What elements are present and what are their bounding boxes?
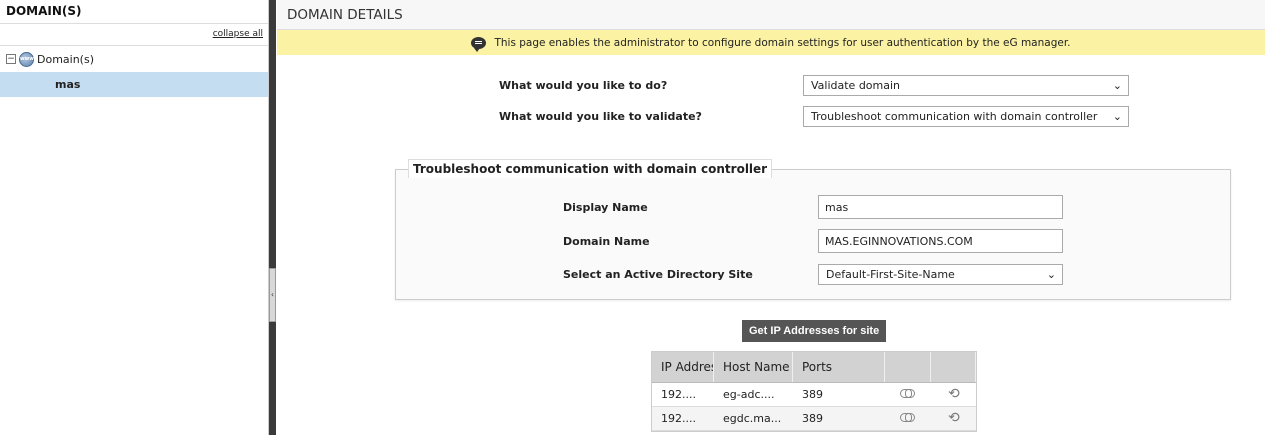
troubleshoot-fieldset (395, 169, 1231, 300)
collapse-all-row: collapse all (0, 24, 268, 46)
display-name-label: Display Name (563, 201, 648, 214)
chevron-down-icon: ⌄ (1112, 110, 1122, 123)
tree-root-domains[interactable]: − www Domain(s) (0, 46, 268, 72)
main-content: DOMAIN DETAILS This page enables the adm… (277, 0, 1265, 435)
cell-port: 389 (802, 388, 823, 401)
cell-link (885, 383, 931, 406)
info-banner: This page enables the administrator to c… (277, 30, 1265, 55)
cell-ip: 192.... (661, 388, 696, 401)
column-header-link (885, 352, 931, 382)
action-select[interactable]: Validate domain ⌄ (803, 75, 1129, 96)
validate-select-value: Troubleshoot communication with domain c… (811, 110, 1098, 123)
ad-site-label: Select an Active Directory Site (563, 268, 753, 281)
collapse-all-link[interactable]: collapse all (213, 29, 263, 39)
tree-item-label[interactable]: mas (55, 78, 80, 91)
action-select-value: Validate domain (811, 79, 901, 92)
table-header: IP Address Host Name Ports (652, 352, 976, 383)
refresh-icon[interactable]: ⟲ (948, 387, 960, 401)
link-icon[interactable] (900, 389, 915, 398)
cell-link (885, 407, 931, 430)
action-label: What would you like to do? (499, 79, 668, 92)
cell-port: 389 (802, 412, 823, 425)
table-row: 192.... eg-adc.... 389 ⟲ (652, 383, 976, 407)
tree-root-label[interactable]: Domain(s) (37, 53, 94, 66)
domain-name-field[interactable]: MAS.EGINNOVATIONS.COM (818, 229, 1063, 253)
cell-refresh: ⟲ (931, 383, 976, 406)
tree-collapse-icon[interactable]: − (6, 54, 16, 64)
cell-host: eg-adc.... (723, 388, 775, 401)
column-header-host[interactable]: Host Name (714, 352, 793, 382)
collapse-panel-handle[interactable]: ‹ (269, 268, 276, 322)
column-header-refresh (931, 352, 976, 382)
chevron-down-icon: ⌄ (1046, 268, 1056, 281)
panel-splitter[interactable] (269, 0, 276, 435)
globe-icon: www (19, 51, 34, 67)
ad-site-select-value: Default-First-Site-Name (826, 268, 955, 281)
ad-site-select[interactable]: Default-First-Site-Name ⌄ (818, 264, 1063, 285)
cell-ip: 192.... (661, 412, 696, 425)
column-header-ip[interactable]: IP Address (652, 352, 714, 382)
validate-label: What would you like to validate? (499, 110, 702, 123)
tree-item-mas[interactable]: mas (0, 72, 268, 97)
get-ip-addresses-button[interactable]: Get IP Addresses for site (742, 320, 887, 342)
fieldset-legend: Troubleshoot communication with domain c… (408, 159, 773, 178)
table-row: 192.... egdc.ma... 389 ⟲ (652, 407, 976, 431)
chevron-down-icon: ⌄ (1112, 79, 1122, 92)
ip-address-table: IP Address Host Name Ports 192.... eg-ad… (651, 351, 977, 432)
cell-refresh: ⟲ (931, 407, 976, 430)
page-title: DOMAIN DETAILS (277, 0, 1265, 30)
domain-tree-panel: DOMAIN(S) collapse all − www Domain(s) m… (0, 0, 269, 435)
cell-host: egdc.ma... (723, 412, 782, 425)
info-text: This page enables the administrator to c… (494, 36, 1071, 49)
speech-bubble-icon (471, 36, 487, 52)
validate-select[interactable]: Troubleshoot communication with domain c… (803, 106, 1129, 127)
link-icon[interactable] (900, 413, 915, 422)
panel-title: DOMAIN(S) (0, 0, 268, 24)
domain-name-label: Domain Name (563, 235, 650, 248)
display-name-field[interactable]: mas (818, 195, 1063, 219)
refresh-icon[interactable]: ⟲ (948, 411, 960, 425)
column-header-ports[interactable]: Ports (793, 352, 885, 382)
